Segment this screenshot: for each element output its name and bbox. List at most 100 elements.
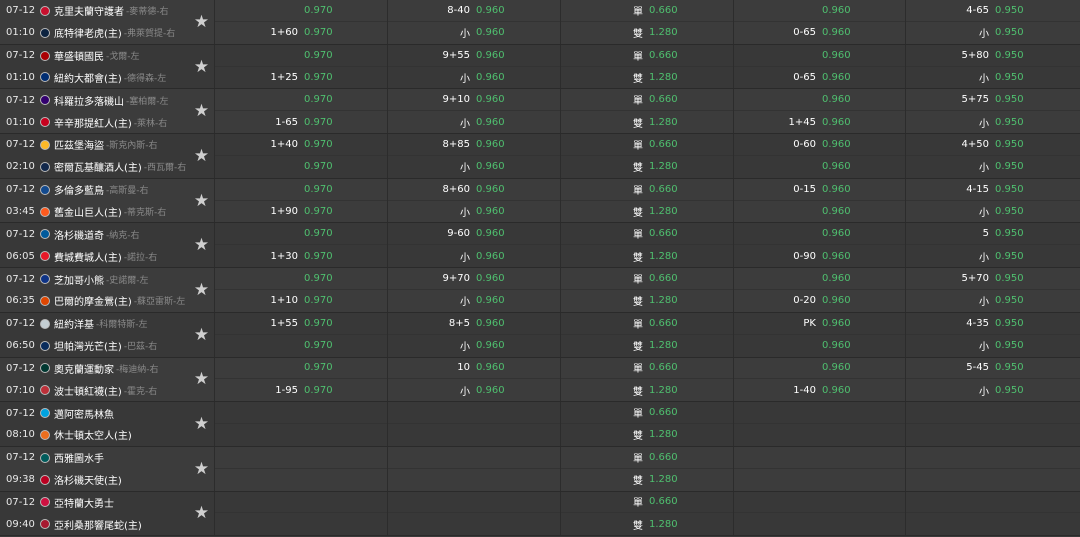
market-cell[interactable]: 單 0.660 bbox=[561, 492, 733, 514]
odds-value[interactable]: 0.970 bbox=[304, 228, 333, 239]
team-row[interactable]: 07-12 紐約洋基 -科爾特斯-左 bbox=[0, 313, 189, 335]
odds-value[interactable]: 0.960 bbox=[476, 161, 505, 172]
odds-value[interactable]: 0.960 bbox=[476, 117, 505, 128]
odds-value[interactable]: 0.960 bbox=[476, 318, 505, 329]
star-icon[interactable]: ★ bbox=[194, 503, 209, 523]
market-cell[interactable]: 雙 1.280 bbox=[561, 469, 733, 491]
market-cell[interactable]: 1+90 0.970 bbox=[215, 201, 387, 223]
odds-value[interactable]: 0.960 bbox=[822, 27, 851, 38]
odds-value[interactable]: 0.970 bbox=[304, 273, 333, 284]
odds-value[interactable]: 1.280 bbox=[649, 340, 678, 351]
odds-value[interactable]: 0.960 bbox=[822, 94, 851, 105]
market-cell[interactable]: 單 0.660 bbox=[561, 313, 733, 335]
team-row[interactable]: 07-12 多倫多藍鳥 -高斯曼-右 bbox=[0, 179, 189, 201]
market-cell[interactable] bbox=[906, 447, 1080, 469]
odds-value[interactable]: 0.970 bbox=[304, 318, 333, 329]
market-cell[interactable]: 小 0.960 bbox=[388, 67, 560, 89]
odds-value[interactable]: 0.950 bbox=[995, 184, 1024, 195]
team-row[interactable]: 01:10 辛辛那提紅人(主) -萊林-右 bbox=[0, 111, 189, 133]
odds-value[interactable]: 0.950 bbox=[995, 340, 1024, 351]
team-row[interactable]: 06:05 費城費城人(主) -諾拉-右 bbox=[0, 245, 189, 267]
odds-value[interactable]: 0.960 bbox=[822, 273, 851, 284]
market-cell[interactable] bbox=[734, 513, 905, 535]
odds-value[interactable]: 0.950 bbox=[995, 27, 1024, 38]
odds-value[interactable]: 0.960 bbox=[822, 161, 851, 172]
market-cell[interactable] bbox=[906, 513, 1080, 535]
market-cell[interactable]: 1+30 0.970 bbox=[215, 245, 387, 267]
team-row[interactable]: 08:10 休士頓太空人(主) bbox=[0, 424, 189, 446]
market-cell[interactable]: 小 0.960 bbox=[388, 22, 560, 44]
market-cell[interactable]: 小 0.960 bbox=[388, 335, 560, 357]
odds-value[interactable]: 0.970 bbox=[304, 206, 333, 217]
star-icon[interactable]: ★ bbox=[194, 101, 209, 121]
odds-value[interactable]: 1.280 bbox=[649, 429, 678, 440]
odds-value[interactable]: 1.280 bbox=[649, 27, 678, 38]
odds-value[interactable]: 0.960 bbox=[822, 251, 851, 262]
star-icon[interactable]: ★ bbox=[194, 191, 209, 211]
market-cell[interactable]: 9+10 0.960 bbox=[388, 89, 560, 112]
odds-value[interactable]: 1.280 bbox=[649, 72, 678, 83]
market-cell[interactable]: 8+85 0.960 bbox=[388, 134, 560, 156]
odds-value[interactable]: 0.950 bbox=[995, 273, 1024, 284]
team-row[interactable]: 09:38 洛杉磯天使(主) bbox=[0, 469, 189, 491]
market-cell[interactable]: 4-35 0.950 bbox=[906, 313, 1080, 335]
market-cell[interactable] bbox=[215, 402, 387, 425]
team-row[interactable]: 07:10 波士頓紅襪(主) -霍克-右 bbox=[0, 379, 189, 401]
market-cell[interactable]: 0.960 bbox=[734, 335, 905, 357]
market-cell[interactable]: 5 0.950 bbox=[906, 223, 1080, 246]
market-cell[interactable] bbox=[388, 469, 560, 491]
odds-value[interactable]: 0.960 bbox=[822, 184, 851, 195]
odds-value[interactable]: 0.960 bbox=[476, 139, 505, 150]
odds-value[interactable]: 0.950 bbox=[995, 362, 1024, 373]
market-cell[interactable]: 單 0.660 bbox=[561, 0, 733, 22]
odds-value[interactable]: 0.960 bbox=[476, 251, 505, 262]
odds-value[interactable]: 0.960 bbox=[822, 206, 851, 217]
market-cell[interactable]: 0.960 bbox=[734, 201, 905, 223]
odds-value[interactable]: 0.970 bbox=[304, 72, 333, 83]
odds-value[interactable]: 0.950 bbox=[995, 206, 1024, 217]
odds-value[interactable]: 0.660 bbox=[649, 94, 678, 105]
star-icon[interactable]: ★ bbox=[194, 414, 209, 434]
odds-value[interactable]: 0.660 bbox=[649, 228, 678, 239]
market-cell[interactable] bbox=[906, 469, 1080, 491]
market-cell[interactable]: 8-40 0.960 bbox=[388, 0, 560, 22]
odds-value[interactable]: 0.970 bbox=[304, 340, 333, 351]
market-cell[interactable] bbox=[215, 492, 387, 514]
team-row[interactable]: 07-12 克里夫蘭守護者 -麥蒂德-右 bbox=[0, 0, 189, 22]
market-cell[interactable]: 0.970 bbox=[215, 156, 387, 178]
odds-value[interactable]: 0.960 bbox=[822, 228, 851, 239]
market-cell[interactable]: 雙 1.280 bbox=[561, 290, 733, 312]
market-cell[interactable]: 0.970 bbox=[215, 358, 387, 380]
market-cell[interactable]: 0.970 bbox=[215, 223, 387, 246]
odds-value[interactable]: 0.660 bbox=[649, 184, 678, 195]
star-icon[interactable]: ★ bbox=[194, 325, 209, 345]
market-cell[interactable]: 小 0.950 bbox=[906, 290, 1080, 312]
odds-value[interactable]: 0.970 bbox=[304, 139, 333, 150]
odds-value[interactable]: 0.660 bbox=[649, 362, 678, 373]
market-cell[interactable]: 單 0.660 bbox=[561, 402, 733, 425]
market-cell[interactable] bbox=[215, 469, 387, 491]
odds-value[interactable]: 0.950 bbox=[995, 161, 1024, 172]
market-cell[interactable]: 5+80 0.950 bbox=[906, 45, 1080, 67]
odds-value[interactable]: 0.960 bbox=[822, 318, 851, 329]
market-cell[interactable]: 單 0.660 bbox=[561, 268, 733, 290]
odds-value[interactable]: 0.960 bbox=[476, 340, 505, 351]
market-cell[interactable]: 0-60 0.960 bbox=[734, 134, 905, 156]
market-cell[interactable]: 0.970 bbox=[215, 89, 387, 112]
odds-value[interactable]: 0.970 bbox=[304, 117, 333, 128]
market-cell[interactable]: 0.960 bbox=[734, 45, 905, 67]
team-row[interactable]: 07-12 奧克蘭運動家 -梅迪納-右 bbox=[0, 358, 189, 380]
odds-value[interactable]: 0.970 bbox=[304, 94, 333, 105]
team-row[interactable]: 07-12 芝加哥小熊 -史諾爾-左 bbox=[0, 268, 189, 290]
market-cell[interactable]: 小 0.960 bbox=[388, 201, 560, 223]
market-cell[interactable]: 1+10 0.970 bbox=[215, 290, 387, 312]
team-row[interactable]: 07-12 洛杉磯道奇 -納克-右 bbox=[0, 223, 189, 245]
odds-value[interactable]: 0.960 bbox=[822, 295, 851, 306]
market-cell[interactable]: 單 0.660 bbox=[561, 89, 733, 112]
market-cell[interactable]: 雙 1.280 bbox=[561, 335, 733, 357]
market-cell[interactable]: 小 0.960 bbox=[388, 290, 560, 312]
odds-value[interactable]: 0.660 bbox=[649, 452, 678, 463]
market-cell[interactable]: 0-65 0.960 bbox=[734, 67, 905, 89]
odds-value[interactable]: 0.960 bbox=[476, 273, 505, 284]
odds-value[interactable]: 0.960 bbox=[822, 117, 851, 128]
